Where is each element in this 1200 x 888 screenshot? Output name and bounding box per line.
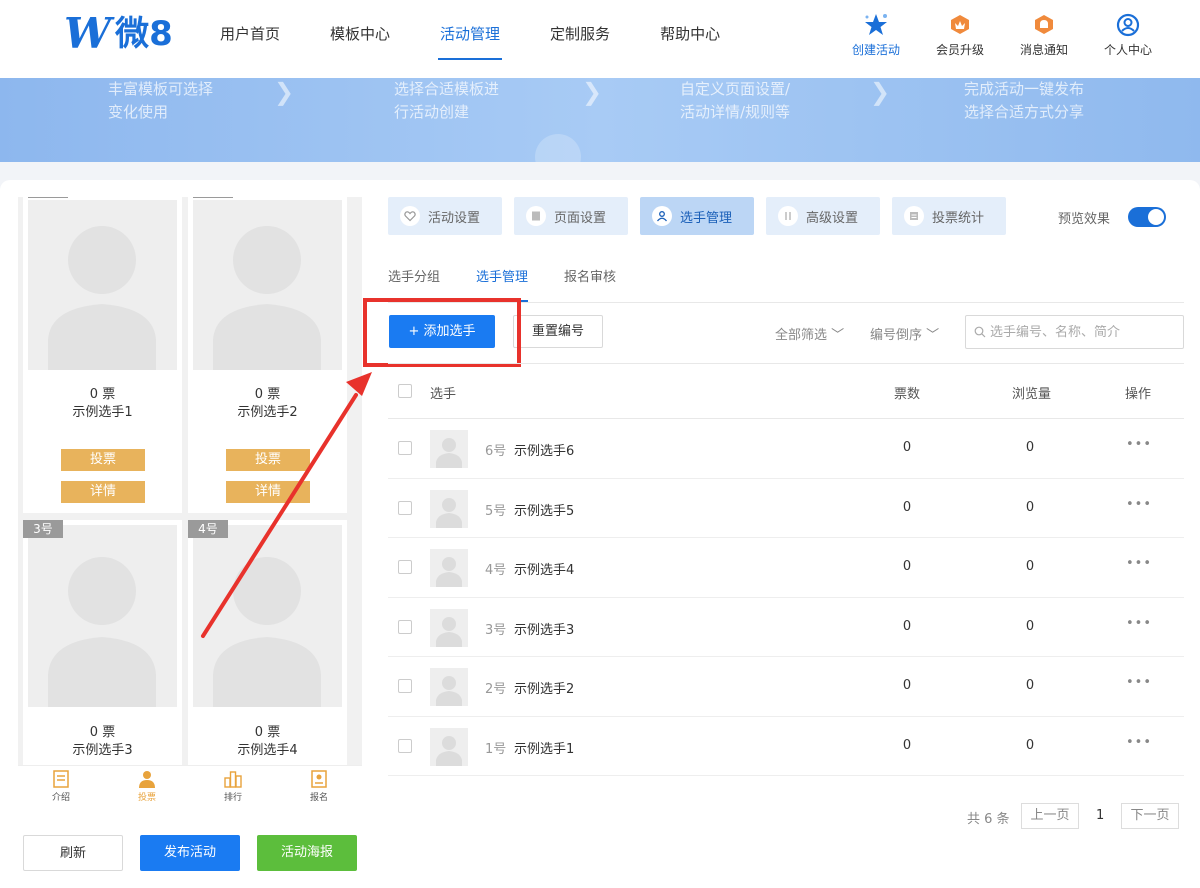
player-number-tag: 3号 (23, 520, 63, 538)
player-number-tag: 4号 (188, 520, 228, 538)
annotation-arrow (201, 372, 372, 638)
player-number-tag (28, 197, 68, 198)
player-number-tag (193, 197, 233, 198)
